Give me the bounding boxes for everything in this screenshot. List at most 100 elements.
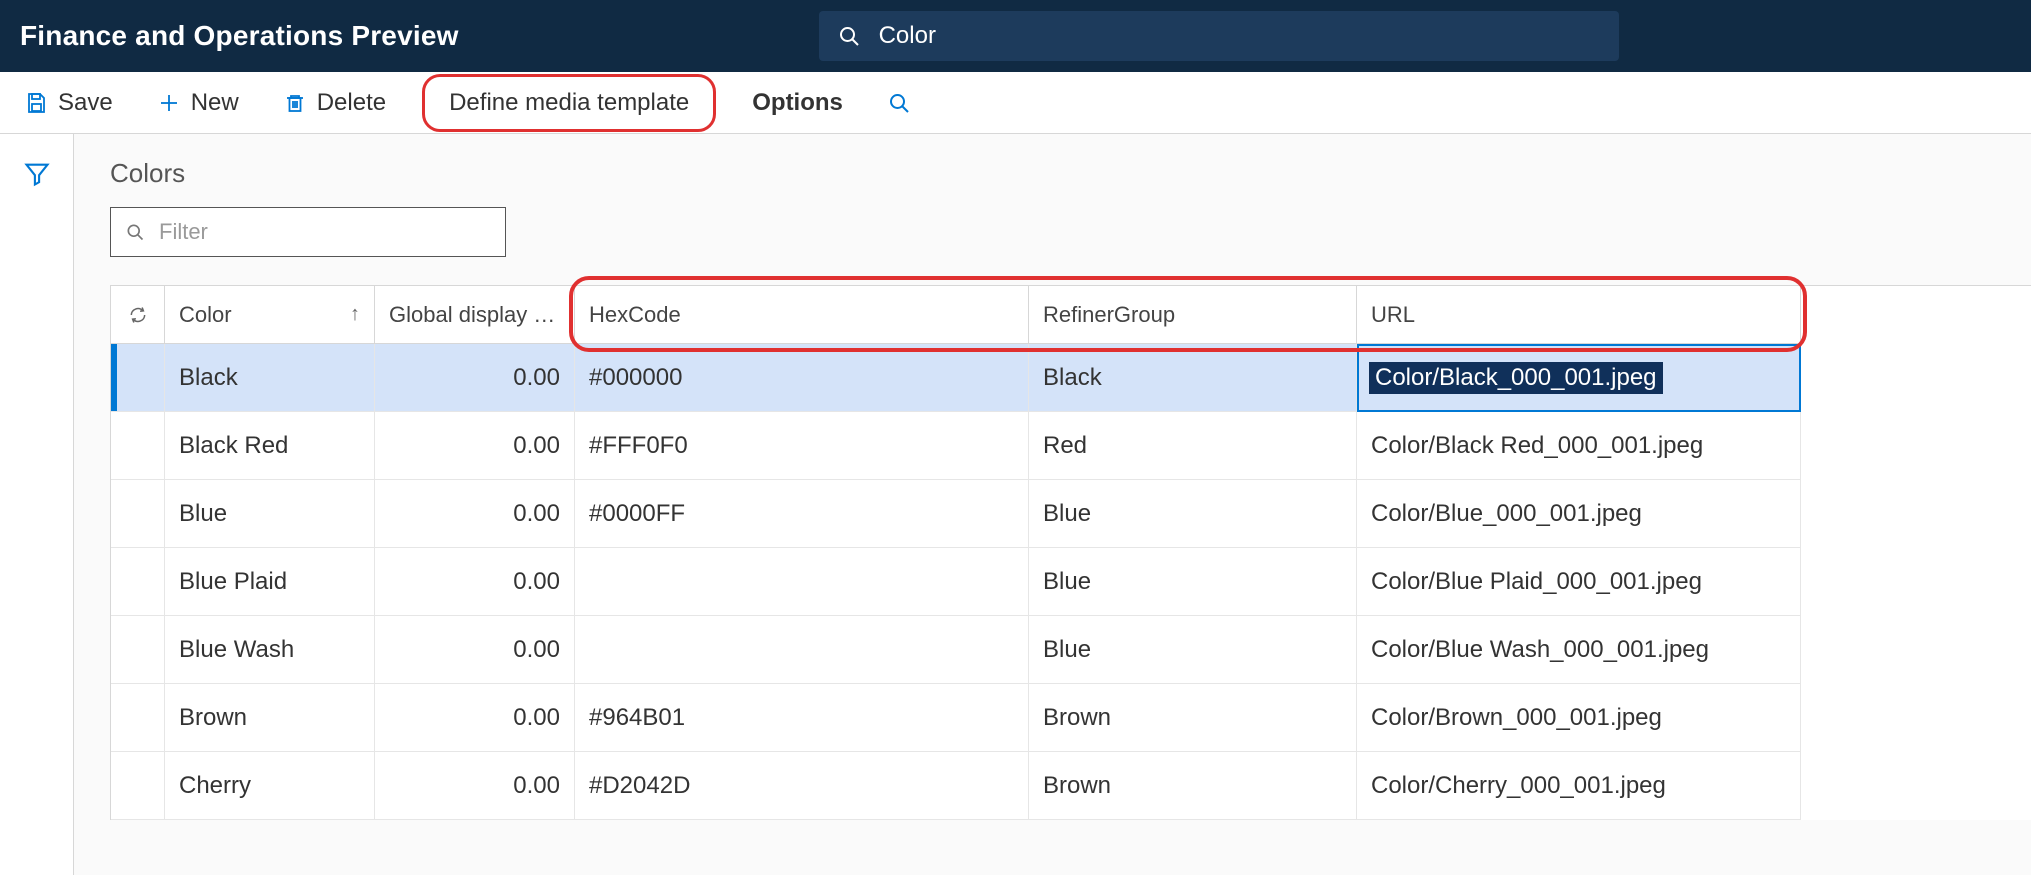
cell-url[interactable]: Color/Blue Wash_000_001.jpeg <box>1357 616 1801 684</box>
cell-color[interactable]: Black <box>165 344 375 412</box>
grid-filter[interactable] <box>110 207 506 257</box>
search-icon <box>887 91 911 115</box>
cell-color[interactable]: Cherry <box>165 752 375 820</box>
save-button[interactable]: Save <box>16 83 121 123</box>
page-title: Colors <box>110 158 2031 189</box>
cell-global-display[interactable]: 0.00 <box>375 616 575 684</box>
cell-refinergroup[interactable]: Brown <box>1029 684 1357 752</box>
app-title: Finance and Operations Preview <box>20 20 459 52</box>
global-search-input[interactable] <box>877 21 1601 51</box>
search-icon <box>125 222 145 242</box>
column-header-global-display[interactable]: Global display … <box>375 286 575 344</box>
cell-global-display[interactable]: 0.00 <box>375 548 575 616</box>
cell-hexcode[interactable] <box>575 616 1029 684</box>
delete-button[interactable]: Delete <box>275 83 394 123</box>
row-marker[interactable] <box>111 684 165 752</box>
row-marker[interactable] <box>111 480 165 548</box>
column-header-hexcode-label: HexCode <box>589 302 681 328</box>
main-area: Colors <box>0 134 2031 875</box>
options-button[interactable]: Options <box>744 83 851 123</box>
cell-refinergroup[interactable]: Black <box>1029 344 1357 412</box>
cell-url-value: Color/Black Red_000_001.jpeg <box>1371 432 1703 460</box>
cell-url-value: Color/Brown_000_001.jpeg <box>1371 704 1662 732</box>
cell-global-display[interactable]: 0.00 <box>375 684 575 752</box>
funnel-icon[interactable] <box>23 160 51 875</box>
table-row[interactable]: Blue Plaid0.00 Blue Color/Blue Plaid_000_0… <box>111 548 2031 616</box>
save-icon <box>24 91 48 115</box>
cell-url[interactable]: Color/Blue Plaid_000_001.jpeg <box>1357 548 1801 616</box>
cell-refinergroup[interactable]: Red <box>1029 412 1357 480</box>
cell-refinergroup[interactable]: Brown <box>1029 752 1357 820</box>
grid-filter-input[interactable] <box>157 218 491 246</box>
cell-url-value: Color/Blue Wash_000_001.jpeg <box>1371 636 1709 664</box>
arrow-up-icon: ↑ <box>350 303 360 326</box>
refresh-icon <box>128 305 148 325</box>
cell-url[interactable]: Color/Black_000_001.jpeg <box>1357 344 1801 412</box>
column-header-url-label: URL <box>1371 302 1415 328</box>
new-button[interactable]: New <box>149 83 247 123</box>
cell-url-value: Color/Blue Plaid_000_001.jpeg <box>1371 568 1702 596</box>
cell-color[interactable]: Blue <box>165 480 375 548</box>
column-header-color[interactable]: Color ↑ <box>165 286 375 344</box>
table-row[interactable]: Blue Wash0.00 Blue Color/Blue Wash_000_001… <box>111 616 2031 684</box>
column-header-hexcode[interactable]: HexCode <box>575 286 1029 344</box>
action-bar: Save New Delete Define media template Op <box>0 72 2031 134</box>
new-label: New <box>191 89 239 117</box>
cell-global-display[interactable]: 0.00 <box>375 412 575 480</box>
table-row[interactable]: Black Red0.00#FFF0F0Red Color/Black Red_0… <box>111 412 2031 480</box>
cell-color[interactable]: Blue Plaid <box>165 548 375 616</box>
cell-url[interactable]: Color/Brown_000_001.jpeg <box>1357 684 1801 752</box>
cell-global-display[interactable]: 0.00 <box>375 480 575 548</box>
column-header-url[interactable]: URL <box>1357 286 1801 344</box>
cell-url[interactable]: Color/Cherry_000_001.jpeg <box>1357 752 1801 820</box>
column-header-global-display-label: Global display … <box>389 302 555 328</box>
cell-url[interactable]: Color/Blue_000_001.jpeg <box>1357 480 1801 548</box>
cell-color[interactable]: Black Red <box>165 412 375 480</box>
row-marker[interactable] <box>111 412 165 480</box>
cell-refinergroup[interactable]: Blue <box>1029 616 1357 684</box>
table-row[interactable]: Brown0.00#964B01BrownColor/Brown_000_001… <box>111 684 2031 752</box>
cell-global-display[interactable]: 0.00 <box>375 344 575 412</box>
global-search[interactable] <box>819 11 1619 61</box>
table-row[interactable]: Cherry0.00#D2042DBrown Color/Cherry_000_0… <box>111 752 2031 820</box>
cell-hexcode[interactable] <box>575 548 1029 616</box>
action-search-button[interactable] <box>879 85 919 121</box>
cell-color[interactable]: Blue Wash <box>165 616 375 684</box>
cell-hexcode[interactable]: #000000 <box>575 344 1029 412</box>
left-gutter <box>0 134 74 875</box>
column-header-refinergroup-label: RefinerGroup <box>1043 302 1175 328</box>
column-header-color-label: Color <box>179 302 232 328</box>
cell-color[interactable]: Brown <box>165 684 375 752</box>
table-row[interactable]: Blue0.00#0000FFBlueColor/Blue_000_001.jp… <box>111 480 2031 548</box>
cell-url-value: Color/Cherry_000_001.jpeg <box>1371 772 1666 800</box>
app-header: Finance and Operations Preview <box>0 0 2031 72</box>
cell-hexcode[interactable]: #FFF0F0 <box>575 412 1029 480</box>
define-media-template-label: Define media template <box>449 89 689 117</box>
cell-global-display[interactable]: 0.00 <box>375 752 575 820</box>
cell-hexcode[interactable]: #964B01 <box>575 684 1029 752</box>
search-icon <box>837 24 861 48</box>
cell-url-value: Color/Black_000_001.jpeg <box>1369 362 1663 394</box>
plus-icon <box>157 91 181 115</box>
row-marker[interactable] <box>111 752 165 820</box>
column-select-all[interactable] <box>111 286 165 344</box>
table-row[interactable]: Black0.00#000000BlackColor/Black_000_001… <box>111 344 2031 412</box>
cell-hexcode[interactable]: #0000FF <box>575 480 1029 548</box>
content: Colors <box>74 134 2031 875</box>
options-label: Options <box>752 89 843 117</box>
row-marker[interactable] <box>111 344 165 412</box>
colors-grid: Color ↑ Global display … HexCode Refiner… <box>110 285 2031 820</box>
cell-url[interactable]: Color/Black Red_000_001.jpeg <box>1357 412 1801 480</box>
delete-label: Delete <box>317 89 386 117</box>
row-marker[interactable] <box>111 616 165 684</box>
cell-url-value: Color/Blue_000_001.jpeg <box>1371 500 1642 528</box>
trash-icon <box>283 91 307 115</box>
column-header-refinergroup[interactable]: RefinerGroup <box>1029 286 1357 344</box>
grid-header: Color ↑ Global display … HexCode Refiner… <box>111 286 2031 344</box>
row-marker[interactable] <box>111 548 165 616</box>
cell-refinergroup[interactable]: Blue <box>1029 480 1357 548</box>
cell-hexcode[interactable]: #D2042D <box>575 752 1029 820</box>
save-label: Save <box>58 89 113 117</box>
cell-refinergroup[interactable]: Blue <box>1029 548 1357 616</box>
define-media-template-button[interactable]: Define media template <box>422 74 716 132</box>
